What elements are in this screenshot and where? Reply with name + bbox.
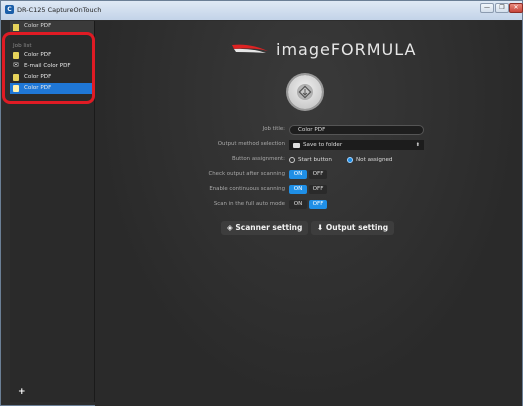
title-bar: C DR-C125 CaptureOnTouch — ❐ ✕ bbox=[1, 1, 523, 20]
radio-icon bbox=[289, 156, 295, 163]
sidebar-top-label: Color PDF bbox=[24, 23, 52, 29]
full-auto-toggle[interactable]: ON OFF bbox=[289, 200, 329, 209]
toggle-off[interactable]: OFF bbox=[309, 185, 327, 194]
toggle-on[interactable]: ON bbox=[289, 170, 307, 179]
maximize-button[interactable]: ❐ bbox=[495, 3, 509, 13]
output-method-row: Output method selection Save to folder ⬍ bbox=[95, 140, 522, 151]
download-icon: ⬇ bbox=[317, 223, 326, 232]
main-panel: imageFORMULA Job title: Color PDF Output… bbox=[95, 21, 522, 406]
wing-logo-icon bbox=[232, 44, 268, 53]
minimize-button[interactable]: — bbox=[480, 3, 494, 13]
job-title-input[interactable]: Color PDF bbox=[289, 125, 424, 135]
imageformula-logo: imageFORMULA bbox=[220, 36, 420, 60]
full-auto-row: Scan in the full auto mode ON OFF bbox=[95, 200, 522, 211]
toggle-off[interactable]: OFF bbox=[309, 200, 327, 209]
output-setting-label: Output setting bbox=[325, 223, 389, 232]
not-assigned-radio[interactable]: Not assigned bbox=[347, 155, 392, 165]
job-title-label: Job title: bbox=[262, 126, 285, 132]
check-output-toggle[interactable]: ON OFF bbox=[289, 170, 329, 179]
not-assigned-label: Not assigned bbox=[356, 157, 393, 163]
window-title: DR-C125 CaptureOnTouch bbox=[17, 6, 102, 14]
select-arrows-icon: ⬍ bbox=[415, 142, 420, 148]
app-window: C DR-C125 CaptureOnTouch — ❐ ✕ Color PDF… bbox=[0, 0, 523, 406]
output-setting-button[interactable]: ⬇ Output setting bbox=[311, 221, 395, 235]
scan-button[interactable] bbox=[288, 75, 322, 109]
red-highlight-outline bbox=[2, 32, 95, 104]
continuous-scan-label: Enable continuous scanning bbox=[209, 186, 285, 192]
toggle-on[interactable]: ON bbox=[289, 185, 307, 194]
scan-icon bbox=[297, 84, 313, 100]
job-title-row: Job title: Color PDF bbox=[95, 125, 522, 136]
scanner-setting-button[interactable]: ◈ Scanner setting bbox=[221, 221, 309, 235]
check-output-row: Check output after scanning ON OFF bbox=[95, 170, 522, 181]
continuous-scan-toggle[interactable]: ON OFF bbox=[289, 185, 329, 194]
folder-icon bbox=[293, 143, 300, 148]
output-method-select[interactable]: Save to folder ⬍ bbox=[289, 140, 424, 150]
output-method-label: Output method selection bbox=[217, 141, 285, 147]
document-icon bbox=[13, 24, 19, 31]
full-auto-label: Scan in the full auto mode bbox=[213, 201, 285, 207]
start-button-label: Start button bbox=[298, 157, 332, 163]
check-output-label: Check output after scanning bbox=[208, 171, 285, 177]
scanner-setting-label: Scanner setting bbox=[235, 223, 303, 232]
button-assignment-label: Button assignment: bbox=[232, 156, 285, 162]
radio-selected-icon bbox=[347, 156, 353, 163]
output-method-value: Save to folder bbox=[303, 142, 343, 148]
logo-text: imageFORMULA bbox=[276, 40, 417, 59]
start-button-radio[interactable]: Start button bbox=[289, 155, 332, 165]
toggle-on[interactable]: ON bbox=[289, 200, 307, 209]
add-job-button[interactable]: + bbox=[18, 388, 26, 397]
toggle-off[interactable]: OFF bbox=[309, 170, 327, 179]
button-assignment-row: Button assignment: Start button Not assi… bbox=[95, 155, 522, 166]
close-button[interactable]: ✕ bbox=[509, 3, 523, 13]
app-icon: C bbox=[5, 5, 14, 14]
continuous-scan-row: Enable continuous scanning ON OFF bbox=[95, 185, 522, 196]
